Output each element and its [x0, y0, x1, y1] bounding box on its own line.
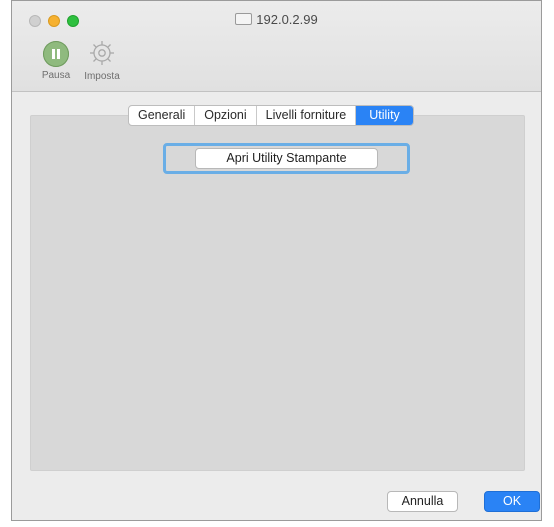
ok-button[interactable]: OK: [484, 491, 540, 512]
setup-button[interactable]: Imposta: [73, 41, 131, 82]
printer-icon: [235, 13, 253, 25]
tab-bar: Generali Opzioni Livelli forniture Utili…: [128, 105, 414, 126]
printer-queue-window: 192.0.2.99 Pausa Imposta Generali Opzion…: [11, 0, 542, 521]
tab-general[interactable]: Generali: [129, 106, 196, 125]
setup-label: Imposta: [84, 71, 120, 82]
pause-icon: [43, 41, 69, 67]
window-title-text: 192.0.2.99: [256, 12, 318, 27]
cancel-button[interactable]: Annulla: [387, 491, 458, 512]
pause-label: Pausa: [41, 70, 71, 81]
gear-icon: [90, 41, 114, 65]
tab-supply-levels[interactable]: Livelli forniture: [257, 106, 357, 125]
window-title: 192.0.2.99: [12, 12, 541, 27]
open-printer-utility-button[interactable]: Apri Utility Stampante: [195, 148, 378, 169]
tab-utility[interactable]: Utility: [356, 106, 413, 125]
toolbar: 192.0.2.99 Pausa Imposta: [12, 1, 541, 92]
pause-button[interactable]: Pausa: [39, 41, 73, 81]
tab-options[interactable]: Opzioni: [195, 106, 257, 125]
